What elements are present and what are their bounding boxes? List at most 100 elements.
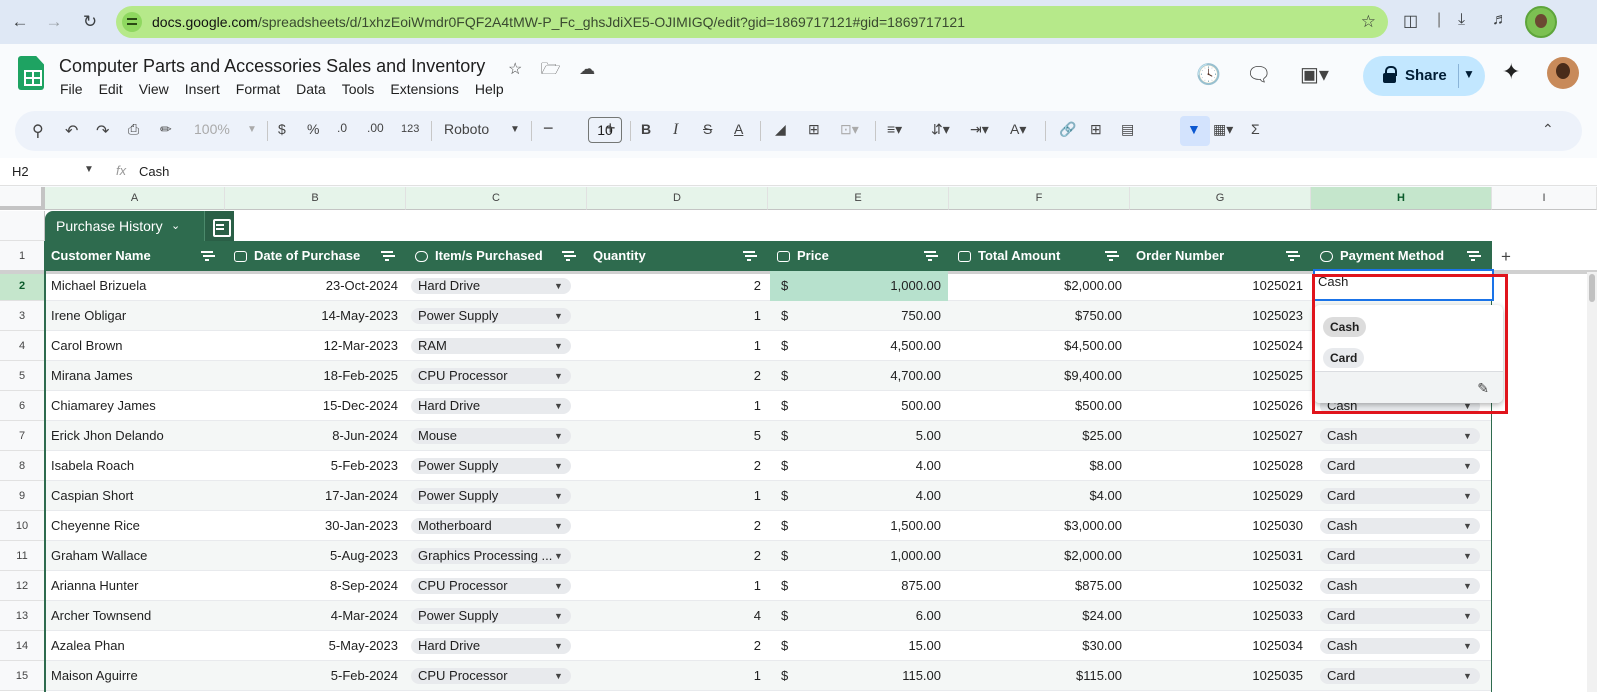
row-header-14[interactable]: 14 (0, 631, 45, 661)
total-amount-cell[interactable]: $9,400.00 (953, 361, 1122, 391)
total-amount-cell[interactable]: $2,000.00 (953, 541, 1122, 571)
row-header-5[interactable]: 5 (0, 361, 45, 391)
item-chip[interactable]: Power Supply (411, 488, 571, 504)
quantity-cell[interactable]: 2 (591, 271, 761, 301)
item-chip[interactable]: CPU Processor (411, 668, 571, 684)
name-box[interactable]: H2 (12, 164, 29, 179)
column-filter-icon[interactable] (381, 250, 393, 262)
order-number-cell[interactable]: 1025035 (1134, 661, 1303, 691)
date-cell[interactable]: 5-Aug-2023 (230, 541, 398, 571)
price-cell[interactable]: 4.00 (795, 451, 941, 481)
payment-chip[interactable]: Card (1320, 458, 1480, 474)
meet-video-icon[interactable]: ▣▾ (1300, 62, 1329, 87)
share-button[interactable]: Share ▼ (1363, 56, 1485, 96)
price-cell[interactable]: 500.00 (795, 391, 941, 421)
price-cell[interactable]: 875.00 (795, 571, 941, 601)
price-cell[interactable]: 115.00 (795, 661, 941, 691)
date-cell[interactable]: 23-Oct-2024 (230, 271, 398, 301)
menu-file[interactable]: File (60, 81, 83, 97)
quantity-cell[interactable]: 2 (591, 631, 761, 661)
menu-extensions[interactable]: Extensions (390, 81, 458, 97)
quantity-cell[interactable]: 2 (591, 361, 761, 391)
font-select[interactable]: Roboto (444, 121, 489, 137)
column-filter-icon[interactable] (924, 250, 936, 262)
price-cell[interactable]: 5.00 (795, 421, 941, 451)
column-header-h[interactable]: H (1311, 187, 1492, 210)
date-cell[interactable]: 4-Mar-2024 (230, 601, 398, 631)
row-header-9[interactable]: 9 (0, 481, 45, 511)
total-amount-cell[interactable]: $3,000.00 (953, 511, 1122, 541)
cloud-status-icon[interactable]: ☁ (579, 61, 595, 78)
menu-insert[interactable]: Insert (185, 81, 220, 97)
version-history-icon[interactable]: 🕓 (1196, 62, 1221, 87)
item-chip[interactable]: Mouse (411, 428, 571, 444)
price-cell[interactable]: 1,500.00 (795, 511, 941, 541)
customer-name-cell[interactable]: Azalea Phan (51, 631, 221, 661)
order-number-cell[interactable]: 1025032 (1134, 571, 1303, 601)
item-chip[interactable]: Hard Drive (411, 278, 571, 294)
customer-name-cell[interactable]: Erick Jhon Delando (51, 421, 221, 451)
sheets-logo-icon[interactable] (18, 56, 44, 90)
forward-arrow-icon[interactable]: → (43, 11, 65, 33)
column-header-b[interactable]: B (225, 187, 406, 210)
item-chip[interactable]: Power Supply (411, 458, 571, 474)
quantity-cell[interactable]: 1 (591, 331, 761, 361)
price-cell[interactable]: 6.00 (795, 601, 941, 631)
order-number-cell[interactable]: 1025030 (1134, 511, 1303, 541)
reload-icon[interactable]: ↻ (79, 11, 101, 33)
chip-caret-icon[interactable]: ▼ (1463, 428, 1485, 444)
row-header-2[interactable]: 2 (0, 271, 45, 301)
price-cell[interactable]: 1,000.00 (795, 541, 941, 571)
increase-font-size-icon[interactable]: + (605, 118, 616, 139)
select-all-corner[interactable] (0, 187, 45, 210)
decrease-font-size-icon[interactable]: − (543, 118, 554, 139)
column-header-i[interactable]: I (1492, 187, 1597, 210)
star-icon[interactable]: ☆ (508, 61, 522, 78)
row-header-13[interactable]: 13 (0, 601, 45, 631)
payment-chip[interactable]: Card (1320, 488, 1480, 504)
chip-caret-icon[interactable]: ▼ (1463, 608, 1485, 624)
bold-icon[interactable]: B (641, 121, 651, 137)
formula-input[interactable]: Cash (139, 164, 169, 179)
row-header-12[interactable]: 12 (0, 571, 45, 601)
search-menus-icon[interactable]: ⚲ (32, 121, 44, 141)
customer-name-cell[interactable]: Graham Wallace (51, 541, 221, 571)
table-view-icon[interactable] (204, 211, 234, 241)
chip-caret-icon[interactable]: ▼ (1463, 638, 1485, 654)
undo-icon[interactable]: ↶ (65, 121, 78, 141)
chip-caret-icon[interactable]: ▼ (1463, 578, 1485, 594)
item-chip[interactable]: CPU Processor (411, 578, 571, 594)
table-header-1[interactable]: Date of Purchase (254, 241, 360, 271)
borders-icon[interactable]: ⊞ (808, 121, 820, 138)
quantity-cell[interactable]: 2 (591, 541, 761, 571)
quantity-cell[interactable]: 4 (591, 601, 761, 631)
horizontal-align-icon[interactable]: ≡▾ (887, 121, 902, 138)
date-cell[interactable]: 5-Feb-2023 (230, 451, 398, 481)
item-chip[interactable]: Graphics Processing ... (411, 548, 571, 564)
menu-help[interactable]: Help (475, 81, 504, 97)
italic-icon[interactable]: I (673, 121, 678, 139)
currency-format-button[interactable]: $ (278, 121, 286, 137)
text-rotation-icon[interactable]: A▾ (1010, 121, 1026, 138)
zoom-select[interactable]: 100% (194, 121, 230, 137)
customer-name-cell[interactable]: Irene Obligar (51, 301, 221, 331)
order-number-cell[interactable]: 1025026 (1134, 391, 1303, 421)
column-header-c[interactable]: C (406, 187, 587, 210)
price-cell[interactable]: 750.00 (795, 301, 941, 331)
date-cell[interactable]: 5-Feb-2024 (230, 661, 398, 691)
insert-comment-icon[interactable]: ⊞ (1090, 121, 1102, 138)
menu-data[interactable]: Data (296, 81, 326, 97)
total-amount-cell[interactable]: $875.00 (953, 571, 1122, 601)
row-header-7[interactable]: 7 (0, 421, 45, 451)
comments-icon[interactable]: 🗨 (1246, 62, 1271, 87)
price-cell[interactable]: 4,500.00 (795, 331, 941, 361)
text-wrapping-icon[interactable]: ⇥▾ (970, 121, 989, 138)
date-cell[interactable]: 5-May-2023 (230, 631, 398, 661)
customer-name-cell[interactable]: Carol Brown (51, 331, 221, 361)
total-amount-cell[interactable]: $750.00 (953, 301, 1122, 331)
column-filter-icon[interactable] (1286, 250, 1298, 262)
order-number-cell[interactable]: 1025031 (1134, 541, 1303, 571)
payment-chip[interactable]: Cash (1320, 638, 1480, 654)
row-header-15[interactable]: 15 (0, 661, 45, 691)
zoom-caret-icon[interactable]: ▼ (247, 124, 257, 135)
